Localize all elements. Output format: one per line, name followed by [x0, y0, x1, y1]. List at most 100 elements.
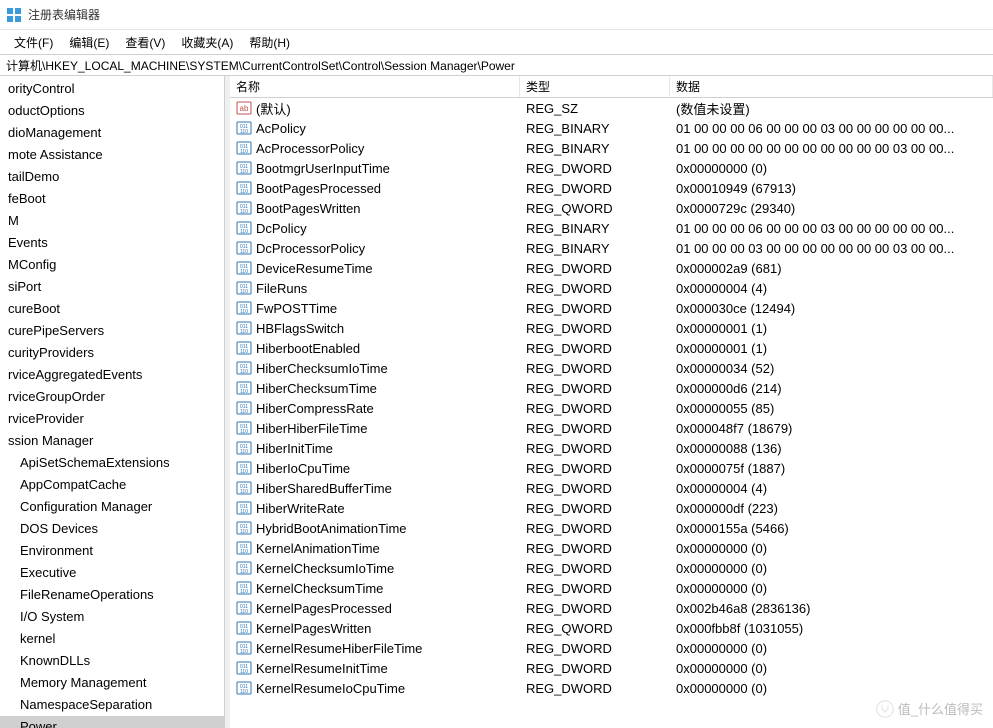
- tree-item[interactable]: feBoot: [0, 188, 224, 210]
- window-title: 注册表编辑器: [28, 6, 100, 23]
- tree-item[interactable]: Environment: [0, 540, 224, 562]
- tree-item[interactable]: ApiSetSchemaExtensions: [0, 452, 224, 474]
- list-row[interactable]: 011110HiberbootEnabledREG_DWORD0x0000000…: [230, 338, 993, 358]
- svg-text:110: 110: [240, 589, 248, 595]
- list-row[interactable]: 011110HiberWriteRateREG_DWORD0x000000df …: [230, 498, 993, 518]
- list-row[interactable]: 011110KernelChecksumTimeREG_DWORD0x00000…: [230, 578, 993, 598]
- value-type: REG_DWORD: [520, 401, 670, 416]
- list-row[interactable]: 011110KernelPagesWrittenREG_QWORD0x000fb…: [230, 618, 993, 638]
- list-row[interactable]: 011110BootPagesWrittenREG_QWORD0x0000729…: [230, 198, 993, 218]
- list-row[interactable]: 011110BootPagesProcessedREG_DWORD0x00010…: [230, 178, 993, 198]
- value-name: KernelResumeIoCpuTime: [256, 681, 405, 696]
- list-row[interactable]: 011110HybridBootAnimationTimeREG_DWORD0x…: [230, 518, 993, 538]
- value-data: 0x00000000 (0): [670, 681, 993, 696]
- tree-item[interactable]: siPort: [0, 276, 224, 298]
- svg-text:110: 110: [240, 629, 248, 635]
- value-name: HiberChecksumTime: [256, 381, 377, 396]
- list-row[interactable]: 011110KernelResumeHiberFileTimeREG_DWORD…: [230, 638, 993, 658]
- svg-text:110: 110: [240, 389, 248, 395]
- list-row[interactable]: 011110HiberInitTimeREG_DWORD0x00000088 (…: [230, 438, 993, 458]
- list-row[interactable]: 011110FwPOSTTimeREG_DWORD0x000030ce (124…: [230, 298, 993, 318]
- value-data: 0x000000df (223): [670, 501, 993, 516]
- menu-view[interactable]: 查看(V): [117, 32, 173, 53]
- tree-item[interactable]: ssion Manager: [0, 430, 224, 452]
- binary-value-icon: 011110: [236, 660, 252, 676]
- tree-item[interactable]: Memory Management: [0, 672, 224, 694]
- tree-item[interactable]: Executive: [0, 562, 224, 584]
- tree-item[interactable]: M: [0, 210, 224, 232]
- list-panel[interactable]: 名称 类型 数据 ab(默认)REG_SZ(数值未设置)011110AcPoli…: [230, 76, 993, 728]
- tree-item[interactable]: NamespaceSeparation: [0, 694, 224, 716]
- list-row[interactable]: 011110DeviceResumeTimeREG_DWORD0x000002a…: [230, 258, 993, 278]
- tree-item[interactable]: FileRenameOperations: [0, 584, 224, 606]
- menu-file[interactable]: 文件(F): [6, 32, 61, 53]
- tree-item[interactable]: Power: [0, 716, 224, 728]
- tree-item[interactable]: KnownDLLs: [0, 650, 224, 672]
- value-name: HiberCompressRate: [256, 401, 374, 416]
- svg-text:110: 110: [240, 509, 248, 515]
- list-row[interactable]: 011110BootmgrUserInputTimeREG_DWORD0x000…: [230, 158, 993, 178]
- tree-panel[interactable]: orityControloductOptionsdioManagementmot…: [0, 76, 225, 728]
- list-row[interactable]: 011110HiberCompressRateREG_DWORD0x000000…: [230, 398, 993, 418]
- tree-item[interactable]: MConfig: [0, 254, 224, 276]
- list-row[interactable]: 011110KernelPagesProcessedREG_DWORD0x002…: [230, 598, 993, 618]
- tree-item[interactable]: kernel: [0, 628, 224, 650]
- list-row[interactable]: 011110DcProcessorPolicyREG_BINARY01 00 0…: [230, 238, 993, 258]
- list-row[interactable]: 011110HiberSharedBufferTimeREG_DWORD0x00…: [230, 478, 993, 498]
- svg-text:110: 110: [240, 129, 248, 135]
- tree-item[interactable]: oductOptions: [0, 100, 224, 122]
- col-header-data[interactable]: 数据: [670, 76, 993, 97]
- tree-item[interactable]: Events: [0, 232, 224, 254]
- tree-item[interactable]: rviceGroupOrder: [0, 386, 224, 408]
- address-bar[interactable]: 计算机\HKEY_LOCAL_MACHINE\SYSTEM\CurrentCon…: [0, 54, 993, 76]
- tree-item[interactable]: curePipeServers: [0, 320, 224, 342]
- tree-item[interactable]: Configuration Manager: [0, 496, 224, 518]
- tree-item[interactable]: tailDemo: [0, 166, 224, 188]
- value-name: KernelResumeHiberFileTime: [256, 641, 422, 656]
- col-header-name[interactable]: 名称: [230, 76, 520, 97]
- binary-value-icon: 011110: [236, 280, 252, 296]
- list-row[interactable]: 011110HiberChecksumTimeREG_DWORD0x000000…: [230, 378, 993, 398]
- list-row[interactable]: 011110KernelResumeIoCpuTimeREG_DWORD0x00…: [230, 678, 993, 698]
- menu-edit[interactable]: 编辑(E): [61, 32, 117, 53]
- list-row[interactable]: 011110FileRunsREG_DWORD0x00000004 (4): [230, 278, 993, 298]
- list-row[interactable]: 011110KernelResumeInitTimeREG_DWORD0x000…: [230, 658, 993, 678]
- tree-item[interactable]: mote Assistance: [0, 144, 224, 166]
- list-row[interactable]: 011110KernelChecksumIoTimeREG_DWORD0x000…: [230, 558, 993, 578]
- value-name: HiberSharedBufferTime: [256, 481, 392, 496]
- value-name: KernelResumeInitTime: [256, 661, 388, 676]
- tree-item[interactable]: rviceProvider: [0, 408, 224, 430]
- svg-text:110: 110: [240, 349, 248, 355]
- svg-text:110: 110: [240, 209, 248, 215]
- value-name: KernelChecksumTime: [256, 581, 383, 596]
- list-row[interactable]: 011110AcPolicyREG_BINARY01 00 00 00 06 0…: [230, 118, 993, 138]
- value-name: HiberWriteRate: [256, 501, 345, 516]
- list-row[interactable]: 011110HiberHiberFileTimeREG_DWORD0x00004…: [230, 418, 993, 438]
- tree-item[interactable]: curityProviders: [0, 342, 224, 364]
- svg-text:110: 110: [240, 329, 248, 335]
- list-row[interactable]: 011110HiberChecksumIoTimeREG_DWORD0x0000…: [230, 358, 993, 378]
- list-row[interactable]: 011110HBFlagsSwitchREG_DWORD0x00000001 (…: [230, 318, 993, 338]
- binary-value-icon: 011110: [236, 520, 252, 536]
- tree-item[interactable]: orityControl: [0, 78, 224, 100]
- binary-value-icon: 011110: [236, 400, 252, 416]
- tree-item[interactable]: DOS Devices: [0, 518, 224, 540]
- list-row[interactable]: 011110KernelAnimationTimeREG_DWORD0x0000…: [230, 538, 993, 558]
- list-row[interactable]: 011110HiberIoCpuTimeREG_DWORD0x0000075f …: [230, 458, 993, 478]
- tree-item[interactable]: I/O System: [0, 606, 224, 628]
- menu-help[interactable]: 帮助(H): [241, 32, 298, 53]
- tree-item[interactable]: cureBoot: [0, 298, 224, 320]
- value-data: 01 00 00 00 06 00 00 00 03 00 00 00 00 0…: [670, 121, 993, 136]
- value-data: 0x0000075f (1887): [670, 461, 993, 476]
- col-header-type[interactable]: 类型: [520, 76, 670, 97]
- list-row[interactable]: 011110DcPolicyREG_BINARY01 00 00 00 06 0…: [230, 218, 993, 238]
- list-row[interactable]: 011110AcProcessorPolicyREG_BINARY01 00 0…: [230, 138, 993, 158]
- value-type: REG_QWORD: [520, 621, 670, 636]
- tree-item[interactable]: dioManagement: [0, 122, 224, 144]
- tree-item[interactable]: AppCompatCache: [0, 474, 224, 496]
- list-row[interactable]: ab(默认)REG_SZ(数值未设置): [230, 98, 993, 118]
- value-type: REG_DWORD: [520, 561, 670, 576]
- menu-favorites[interactable]: 收藏夹(A): [173, 32, 241, 53]
- value-data: 0x00000004 (4): [670, 281, 993, 296]
- tree-item[interactable]: rviceAggregatedEvents: [0, 364, 224, 386]
